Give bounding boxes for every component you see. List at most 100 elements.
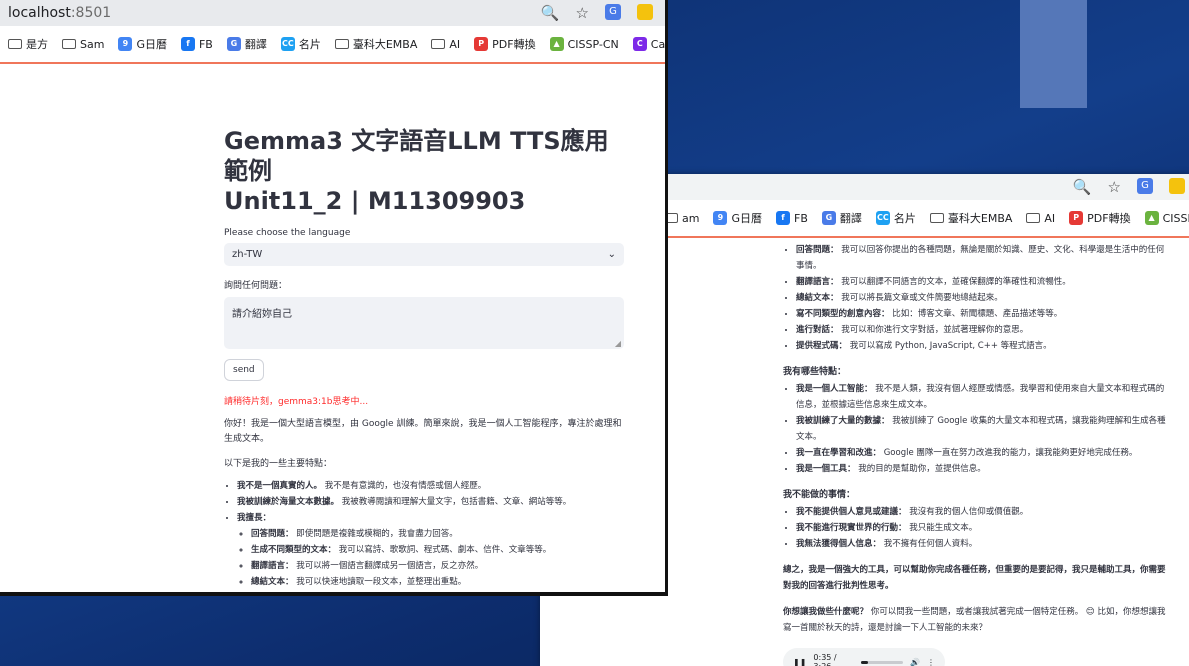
capabilities-list: 回答問題： 我可以回答你提出的各種問題，無論是關於知識、歷史、文化、科學還是生活… [783,242,1169,354]
list-item: 我被訓練於海量文本數據。 我被教導閱讀和理解大量文字，包括書籍、文章、網站等等。 [237,494,624,510]
facebook-icon: f [776,211,790,225]
list-item: 我是一個人工智能： 我不是人類，我沒有個人經歷或情感。我學習和使用來自大量文本和… [796,381,1169,413]
bookmark-10[interactable]: CCanva [632,37,665,51]
list-item: 總結文本： 我可以快速地讀取一段文本，並整理出重點。 [251,574,624,590]
folder-icon [1026,213,1041,223]
bookmark-label: CISSP-CN [567,37,619,51]
bookmark-label: AI [1044,211,1056,225]
desktop-window-fragment [1020,0,1087,108]
thinking-status: 請稍待片刻，gemma3:1b思考中... [224,397,369,407]
bookmark-label: AI [449,37,461,51]
bookmark-8[interactable]: ▲CISSP-CN [1144,211,1189,225]
bookmark-label: PDF轉換 [1087,212,1131,225]
bookmark-label: 名片 [893,212,916,225]
folder-icon [8,39,22,49]
list-item: 我不能進行現實世界的行動： 我只能生成文本。 [796,520,1169,536]
folder-icon [929,213,944,223]
bookmark-4[interactable]: CC 名片 [875,210,916,226]
bookmark-1[interactable]: 9 G日曆 [713,210,762,226]
resize-handle-icon[interactable]: ◢ [615,339,621,348]
list-item: 進行對話： 我可以和你進行文字對話，並試著理解你的意思。 [796,322,1169,338]
skills-list: 回答問題： 即使問題是複雜或模糊的，我會盡力回答。生成不同類型的文本： 我可以寫… [237,526,624,592]
zoom-icon[interactable]: 🔍 [1073,178,1092,196]
list-item: 生成不同類型的文本： 我可以寫詩、歌歌詞、程式碼、劇本、信件、文章等等。 [251,542,624,558]
bookmark-7[interactable]: P PDF轉換 [1069,210,1131,226]
bookmark-3[interactable]: G 翻譯 [821,210,862,226]
limitations-list: 我不能提供個人意見或建議： 我沒有我的個人信仰或價值觀。我不能進行現實世界的行動… [783,504,1169,552]
list-item: 寫作： 幫你寫不同類型的文本，例如日記、郵件、故事等等。 [251,590,624,592]
language-select[interactable]: zh-TW ⌄ [224,243,624,266]
list-item: 回答問題： 即使問題是複雜或模糊的，我會盡力回答。 [251,526,624,542]
folder-icon [62,39,76,49]
limitations-heading: 我不能做的事情： [783,490,856,500]
folder-icon [334,39,349,49]
language-label: Please choose the language [224,228,351,238]
list-item: 翻譯語言： 我可以將一個語言翻譯成另一個語言，反之亦然。 [251,558,624,574]
bookmark-label: 翻譯 [839,212,862,225]
bookmark-3[interactable]: f FB [180,37,213,51]
features-list: 我是一個人工智能： 我不是人類，我沒有個人經歷或情感。我學習和使用來自大量文本和… [783,381,1169,477]
streamlit-main: Gemma3 文字語音LLM TTS應用範例 Unit11_2 | M113099… [0,126,665,592]
bookmark-0[interactable]: 是方 [8,36,48,52]
bookmark-6[interactable]: AI [1026,212,1055,225]
list-item: 我不是一個真實的人。 我不是有意識的，也沒有情感或個人經歷。 [237,478,624,494]
bookmark-label: 翻譯 [244,38,267,51]
bookmark-6[interactable]: 臺科大EMBA [334,36,417,52]
browser-window-front[interactable]: localhost:8501 🔍 ☆ G 是方 Sam 9 G日曆 f FB G 翻譯 CC 名片… [0,0,668,596]
bookmark-2[interactable]: 9 G日曆 [118,36,167,52]
question-textarea[interactable]: 請介紹妳自己 ◢ [224,297,624,349]
bookmark-8[interactable]: P PDF轉換 [474,36,536,52]
address-bar[interactable]: localhost:8501 🔍 ☆ G [0,0,665,26]
extension-icon[interactable] [637,4,653,20]
bookmark-7[interactable]: AI [431,38,460,51]
bookmark-label: am [682,211,700,225]
send-button[interactable]: send [224,359,264,381]
list-item: 我擅長：回答問題： 即使問題是複雜或模糊的，我會盡力回答。生成不同類型的文本： … [237,510,624,592]
more-options-icon[interactable]: ⋮ [927,658,935,666]
bookmark-9[interactable]: ▲ CISSP-CN [549,37,619,51]
features-list: 我不是一個真實的人。 我不是有意識的，也沒有情感或個人經歷。我被訓練於海量文本數… [224,478,624,592]
features-heading: 我有哪些特點： [783,367,847,377]
canva-icon: C [632,37,647,51]
bookmark-5[interactable]: 臺科大EMBA [929,210,1012,226]
bookmark-label: CISSP-CN [1162,211,1189,225]
translate-icon: G [821,211,836,225]
bookmark-5[interactable]: CC 名片 [280,36,321,52]
calendar-icon: 9 [713,211,728,225]
list-item: 我被訓練了大量的數據： 我被訓練了 Google 收集的大量文本和程式碼，讓我能… [796,413,1169,445]
bookmark-2[interactable]: f FB [776,211,808,225]
question-label: 詢問任何問題： [224,281,288,291]
zoom-icon[interactable]: 🔍 [541,4,560,22]
bookmark-label: G日曆 [731,212,762,225]
extension-icon[interactable] [1169,178,1185,194]
audio-progress-slider[interactable] [860,660,904,664]
list-item: 總結文本： 我可以將長篇文章或文件簡要地總結起來。 [796,290,1169,306]
list-item: 我不能提供個人意見或建議： 我沒有我的個人信仰或價值觀。 [796,504,1169,520]
intro-text: 你好！我是一個大型語言模型，由 Google 訓練。簡單來說，我是一個人工智能程… [224,419,622,444]
bookmarks-bar: 是方 Sam 9 G日曆 f FB G 翻譯 CC 名片 臺科大EMBA AI P PDF轉換 ▲ CISSP… [0,26,665,64]
audio-time: 0:35 / 3:26 [813,653,837,666]
bookmark-0[interactable]: am [664,212,699,225]
facebook-icon: f [180,37,195,51]
audio-player[interactable]: ❚❚ 0:35 / 3:26 🔊 ⋮ [783,648,945,666]
bookmark-star-icon[interactable]: ☆ [1108,178,1121,196]
bookmark-1[interactable]: Sam [62,38,104,51]
translate-extension-icon[interactable]: G [605,4,621,20]
closing-question: 你想讓我做些什麼呢？ 你可以問我一些問題，或者讓我試著完成一個特定任務。 😊 比… [783,607,1166,633]
cc-icon: CC [280,37,295,51]
page-title: Gemma3 文字語音LLM TTS應用範例 Unit11_2 | M113099… [224,127,609,215]
list-item: 提供程式碼： 我可以寫成 Python, JavaScript, C++ 等程式… [796,338,1169,354]
list-item: 我無法獲得個人信息： 我不擁有任何個人資料。 [796,536,1169,552]
features-intro: 以下是我的一些主要特點： [224,459,333,469]
question-text: 請介紹妳自己 [232,309,292,320]
summary-text: 總之，我是一個強大的工具，可以幫助你完成各種任務，但重要的是要記得，我只是輔助工… [783,565,1166,591]
bookmark-4[interactable]: G 翻譯 [226,36,267,52]
pause-icon[interactable]: ❚❚ [793,658,806,666]
url-text[interactable]: localhost:8501 [0,5,111,21]
list-item: 我一直在學習和改進： Google 團隊一直在努力改進我的能力，讓我能夠更好地完… [796,445,1169,461]
volume-icon[interactable]: 🔊 [910,658,920,666]
translate-icon: G [226,37,241,51]
bookmark-star-icon[interactable]: ☆ [576,4,589,22]
cc-icon: CC [875,211,890,225]
translate-extension-icon[interactable]: G [1137,178,1153,194]
